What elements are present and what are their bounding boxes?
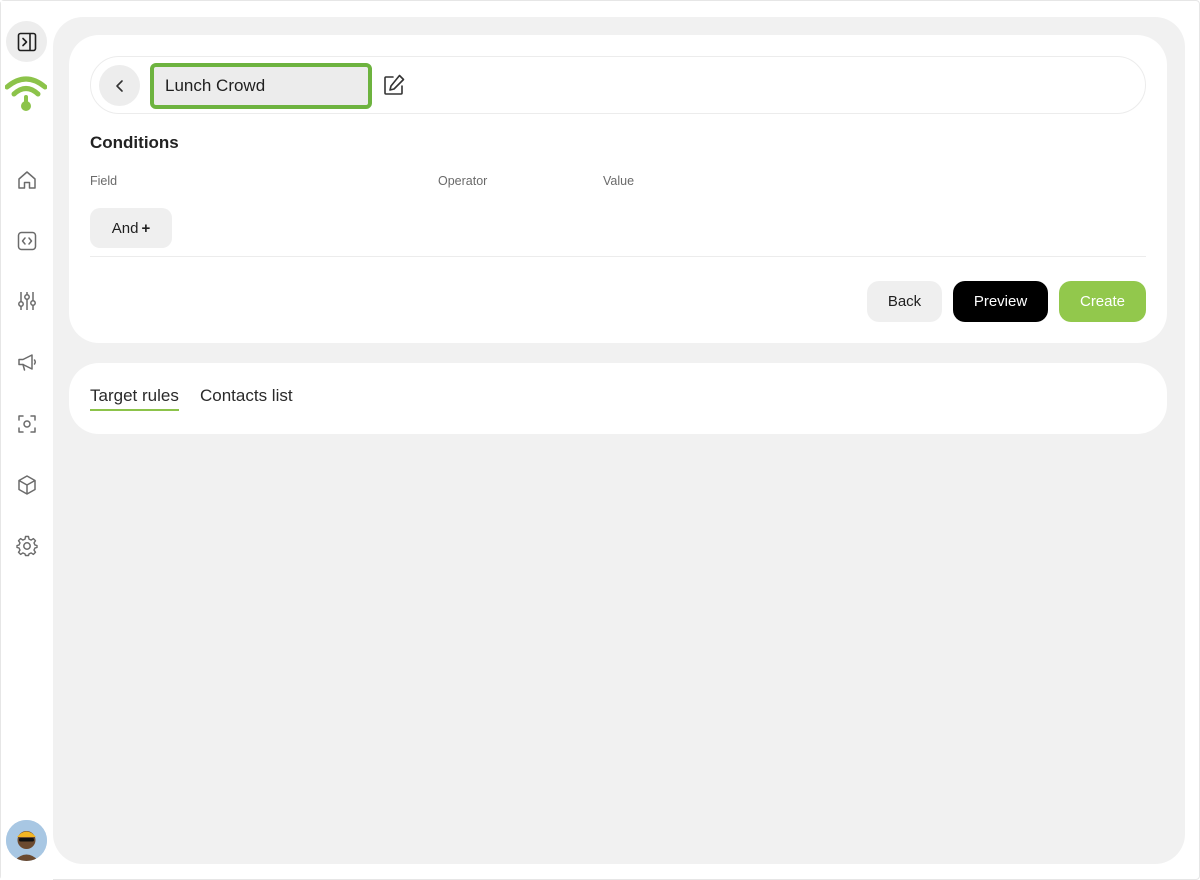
- scan-icon: [18, 415, 36, 433]
- sidebar-item-home[interactable]: [14, 167, 40, 193]
- user-avatar-icon: [6, 820, 47, 861]
- section-divider: [90, 256, 1146, 257]
- sidebar-item-code[interactable]: [14, 228, 40, 254]
- tab-contacts-list[interactable]: Contacts list: [200, 386, 293, 409]
- plus-icon: +: [141, 219, 151, 237]
- sidebar-item-settings[interactable]: [14, 533, 40, 559]
- sidebar-toggle-button[interactable]: [6, 21, 47, 62]
- app-window: Conditions Field Operator Value And + Ba…: [0, 0, 1200, 880]
- tabs-bar: Target rules Contacts list: [69, 363, 1167, 434]
- panel-expand-icon: [17, 32, 36, 51]
- cube-icon: [18, 475, 36, 495]
- megaphone-icon: [18, 354, 36, 371]
- preview-button[interactable]: Preview: [953, 281, 1048, 322]
- gear-icon: [16, 535, 38, 557]
- brand-logo: [4, 75, 48, 113]
- operator-column-label: Operator: [438, 174, 488, 188]
- field-column-label: Field: [90, 174, 118, 188]
- wifi-logo-icon: [4, 76, 48, 111]
- and-button-label: And: [111, 219, 139, 237]
- value-column-label: Value: [603, 174, 635, 188]
- segment-name-input[interactable]: [150, 63, 372, 109]
- tab-target-rules[interactable]: Target rules: [90, 386, 179, 411]
- sidebar-item-campaigns[interactable]: [14, 349, 40, 375]
- pencil-edit-icon: [384, 74, 405, 95]
- edit-name-button[interactable]: [382, 73, 406, 97]
- main-content: Conditions Field Operator Value And + Ba…: [53, 17, 1185, 864]
- segment-editor-card: Conditions Field Operator Value And + Ba…: [69, 35, 1167, 343]
- segment-title-bar: [90, 56, 1146, 114]
- sidebar-item-sliders[interactable]: [14, 288, 40, 314]
- conditions-heading: Conditions: [90, 133, 179, 152]
- home-icon: [18, 171, 36, 189]
- add-and-condition-button[interactable]: And +: [90, 208, 172, 248]
- sidebar-item-products[interactable]: [14, 472, 40, 498]
- sidebar: [1, 1, 53, 880]
- sidebar-item-scan[interactable]: [14, 411, 40, 437]
- code-icon: [17, 231, 37, 251]
- back-button[interactable]: Back: [867, 281, 942, 322]
- avatar[interactable]: [6, 820, 47, 861]
- back-arrow-button[interactable]: [99, 65, 140, 106]
- create-button[interactable]: Create: [1059, 281, 1146, 322]
- chevron-left-icon: [115, 79, 123, 92]
- sliders-icon: [18, 292, 36, 310]
